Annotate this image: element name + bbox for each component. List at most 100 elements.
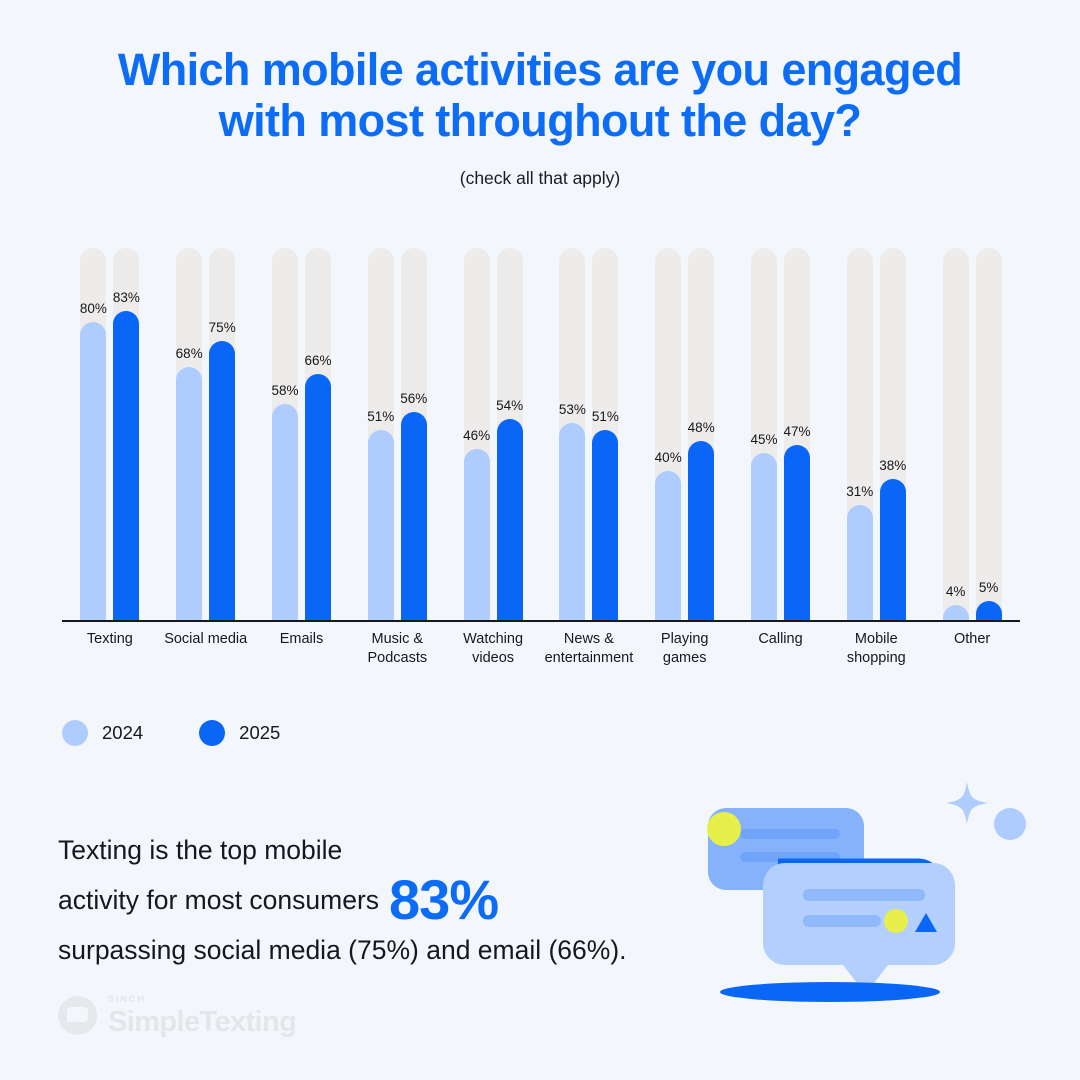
bar-2024[interactable]	[751, 452, 777, 620]
bar-value-label: 80%	[79, 301, 107, 317]
bar-2024[interactable]	[559, 422, 586, 620]
bar-2024[interactable]	[367, 430, 394, 620]
bar-group: 68% 75%	[175, 248, 236, 620]
bar-value-label: 56%	[400, 390, 428, 406]
bar-2025[interactable]	[592, 430, 619, 620]
legend-color-swatch	[62, 720, 88, 746]
chart-plot-area: 80% 83% 68% 75% 58% 66% 51% 56% 46% 54% 53% 51% 40% 4…	[62, 248, 1020, 620]
x-axis-label: Watching videos	[463, 631, 524, 666]
bar-group: 51% 56%	[367, 248, 428, 620]
bar-group: 80% 83%	[79, 248, 140, 620]
sparkle-icon	[946, 782, 988, 824]
bar-group: 58% 66%	[271, 248, 332, 620]
bar-column: 53%	[558, 248, 586, 620]
x-axis-label: Mobile shopping	[846, 631, 906, 666]
bar-2025[interactable]	[975, 601, 1002, 620]
bar-value-label: 38%	[879, 457, 907, 473]
bar-column: 51%	[367, 248, 395, 620]
bar-column: 75%	[208, 248, 236, 620]
bar-2024[interactable]	[655, 471, 682, 620]
bar-column: 40%	[655, 248, 682, 620]
bar-2025[interactable]	[879, 478, 906, 620]
logo-text: SINCH SimpleTexting	[108, 994, 297, 1038]
illustration-svg	[707, 782, 1026, 1002]
x-axis-labels: Texting Social media Emails Music & Podcast…	[62, 630, 1020, 680]
bar-value-label: 47%	[783, 424, 811, 440]
chart-subtitle: (check all that apply)	[459, 168, 621, 188]
bar-column: 31%	[846, 248, 874, 620]
bar-column: 4%	[942, 248, 969, 620]
bar-group: 46% 54%	[463, 248, 524, 620]
bar-column: 48%	[688, 248, 715, 620]
x-axis-label: Social media	[164, 631, 248, 647]
bar-value-label: 5%	[978, 580, 999, 596]
bar-2025[interactable]	[688, 441, 715, 620]
chart-legend: 2024 2025	[62, 720, 280, 746]
yellow-dot-inline-decoration	[884, 909, 908, 933]
bar-value-label: 66%	[304, 353, 332, 369]
bar-value-label: 53%	[558, 401, 586, 417]
simpletexting-logo: SINCH SimpleTexting	[58, 994, 297, 1038]
footnote-line-2: activity for most consumers 83%	[58, 872, 698, 928]
x-axis-label: Music & Podcasts	[367, 631, 428, 666]
bar-value-label: 68%	[175, 346, 203, 362]
logo-speech-bubble-icon	[58, 996, 97, 1036]
bar-column: 58%	[271, 248, 299, 620]
legend-label: 2024	[102, 722, 144, 743]
bar-group: 45% 47%	[750, 248, 811, 620]
bar-group: 40% 48%	[655, 248, 715, 620]
circle-decoration	[994, 808, 1026, 840]
bar-column: 56%	[400, 248, 428, 620]
bar-2025[interactable]	[209, 341, 236, 620]
legend-item-2025[interactable]: 2025	[199, 720, 280, 746]
bar-value-label: 4%	[945, 584, 966, 600]
x-axis-label: News & entertainment	[544, 631, 634, 666]
bar-track	[975, 248, 1002, 620]
bar-2025[interactable]	[784, 445, 810, 620]
bar-value-label: 83%	[112, 290, 140, 306]
bar-2024[interactable]	[272, 404, 298, 620]
bar-group: 31% 38%	[846, 248, 907, 620]
bar-column: 51%	[591, 248, 619, 620]
bar-column: 38%	[879, 248, 907, 620]
x-axis-label: Calling	[758, 631, 803, 647]
bar-column: 47%	[783, 248, 811, 620]
logo-sinch-label: SINCH	[108, 994, 146, 1005]
bar-2025[interactable]	[496, 419, 523, 620]
bar-column: 5%	[975, 248, 1002, 620]
x-axis-label: Other	[953, 631, 991, 647]
bar-value-label: 45%	[750, 431, 778, 447]
bar-value-label: 75%	[208, 320, 236, 335]
bar-column: 66%	[304, 248, 332, 620]
bar-value-label: 46%	[463, 427, 491, 443]
bar-2025[interactable]	[113, 311, 140, 620]
header: Which mobile activities are you engaged …	[50, 44, 1030, 188]
page-title: Which mobile activities are you engaged …	[117, 44, 963, 146]
footnote: Texting is the top mobile activity for m…	[58, 828, 698, 972]
footnote-line-3: surpassing social media (75%) and email …	[58, 935, 627, 965]
legend-item-2024[interactable]: 2024	[62, 720, 143, 746]
x-axis-label: Playing games	[660, 631, 709, 666]
bar-2025[interactable]	[305, 374, 331, 620]
bar-2024[interactable]	[80, 322, 107, 620]
bar-2024[interactable]	[176, 367, 203, 620]
bar-value-label: 54%	[496, 398, 524, 414]
bar-2024[interactable]	[846, 504, 873, 620]
logo-product-name: SimpleTexting	[108, 1005, 297, 1038]
bar-value-label: 51%	[591, 409, 619, 425]
bar-track	[942, 248, 969, 620]
bar-2025[interactable]	[400, 411, 427, 620]
bar-column: 68%	[175, 248, 203, 620]
x-axis-label: Emails	[279, 631, 324, 647]
bar-value-label: 58%	[271, 383, 299, 399]
footnote-line-2-text: activity for most consumers	[58, 885, 380, 915]
bar-column: 83%	[112, 248, 140, 620]
bar-value-label: 51%	[367, 409, 395, 425]
legend-color-swatch	[199, 720, 226, 746]
bar-2024[interactable]	[942, 605, 969, 620]
bar-value-label: 31%	[846, 483, 874, 499]
bar-2024[interactable]	[463, 448, 490, 620]
bar-group: 53% 51%	[558, 248, 619, 620]
yellow-dot-decoration	[707, 812, 741, 846]
bar-column: 45%	[750, 248, 778, 620]
